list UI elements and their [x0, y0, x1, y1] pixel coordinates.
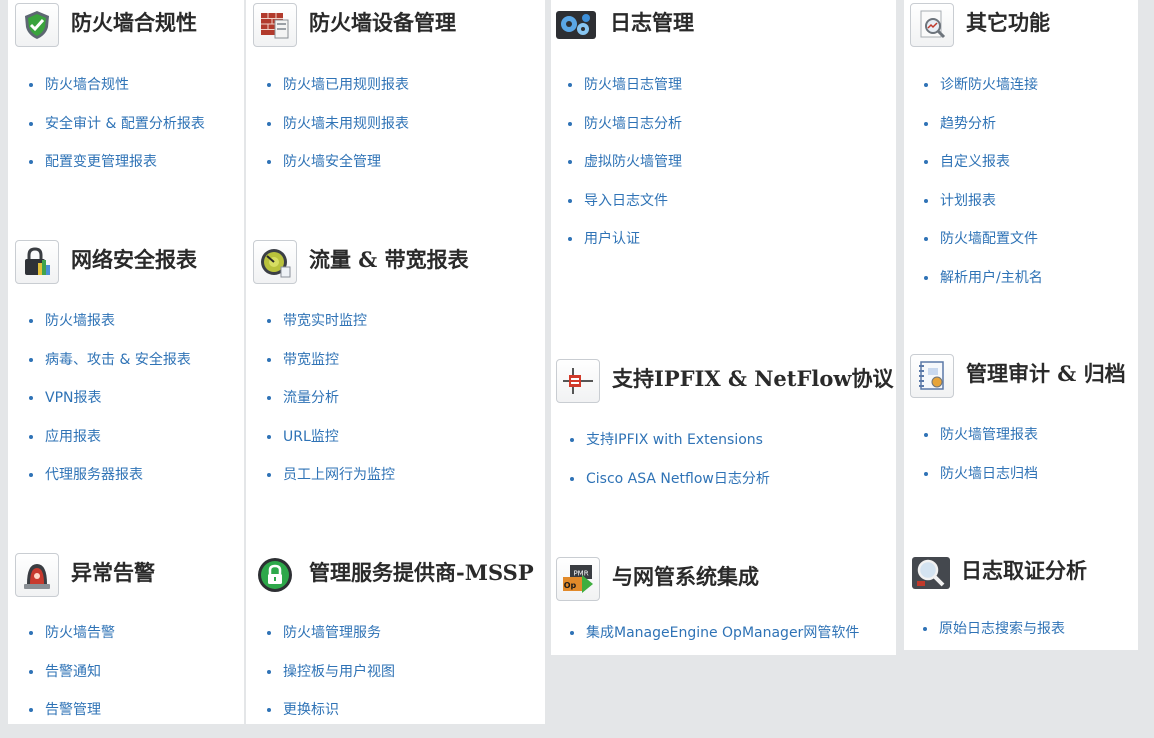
notebook-audit-icon: [910, 354, 954, 398]
network-flow-icon: [556, 359, 600, 403]
link-rebranding[interactable]: 更换标识: [267, 699, 395, 738]
link-firewall-management-reports[interactable]: 防火墙管理报表: [924, 424, 1038, 463]
link-firewall-reports[interactable]: 防火墙报表: [29, 310, 191, 349]
link-dashboard-user-view[interactable]: 操控板与用户视图: [267, 661, 395, 700]
opmanager-icon: PMR Op: [556, 557, 600, 601]
section-title: 支持IPFIX & NetFlow协议: [612, 366, 894, 391]
link-alarm-notification[interactable]: 告警通知: [29, 661, 115, 700]
section-title: 日志管理: [610, 10, 694, 35]
shield-check-icon: [15, 3, 59, 47]
link-used-rules-report[interactable]: 防火墙已用规则报表: [267, 74, 409, 113]
link-url-monitoring[interactable]: URL监控: [267, 426, 395, 465]
opmanager-icon-bottom-text: Op: [564, 581, 577, 590]
link-security-audit-config-reports[interactable]: 安全审计 & 配置分析报表: [29, 113, 205, 152]
link-bandwidth-monitoring[interactable]: 带宽监控: [267, 349, 395, 388]
link-diagnose-firewall-connection[interactable]: 诊断防火墙连接: [924, 74, 1043, 113]
link-virtual-firewall-management[interactable]: 虚拟防火墙管理: [568, 151, 682, 190]
lock-report-icon: [15, 240, 59, 284]
link-raw-log-search-reports[interactable]: 原始日志搜索与报表: [923, 618, 1065, 657]
section-title: 其它功能: [966, 10, 1050, 35]
forensics-magnifier-icon: [909, 551, 953, 595]
link-unused-rules-report[interactable]: 防火墙未用规则报表: [267, 113, 409, 152]
link-employee-internet-monitoring[interactable]: 员工上网行为监控: [267, 464, 395, 503]
link-integrate-opmanager[interactable]: 集成ManageEngine OpManager网管软件: [569, 622, 859, 661]
firewall-bricks-icon: [253, 3, 297, 47]
link-firewall-log-archive[interactable]: 防火墙日志归档: [924, 463, 1038, 502]
link-config-change-reports[interactable]: 配置变更管理报表: [29, 151, 205, 190]
link-bandwidth-realtime-monitoring[interactable]: 带宽实时监控: [267, 310, 395, 349]
link-firewall-alarms[interactable]: 防火墙告警: [29, 622, 115, 661]
link-trend-analysis[interactable]: 趋势分析: [924, 113, 1043, 152]
section-title: 异常告警: [71, 560, 155, 585]
speedometer-icon: [253, 240, 297, 284]
green-lock-icon: [253, 553, 297, 597]
section-title: 网络安全报表: [71, 247, 197, 272]
section-title: 日志取证分析: [961, 558, 1087, 583]
section-title: 管理服务提供商-MSSP: [309, 560, 534, 585]
link-firewall-management-service[interactable]: 防火墙管理服务: [267, 622, 395, 661]
link-firewall-config-file[interactable]: 防火墙配置文件: [924, 228, 1043, 267]
link-alarm-management[interactable]: 告警管理: [29, 699, 115, 738]
link-application-reports[interactable]: 应用报表: [29, 426, 191, 465]
link-user-authentication[interactable]: 用户认证: [568, 228, 682, 267]
link-virus-attack-security-reports[interactable]: 病毒、攻击 & 安全报表: [29, 349, 191, 388]
magnifier-chart-icon: [910, 3, 954, 47]
section-title: 防火墙设备管理: [309, 10, 456, 35]
link-resolve-user-hostname[interactable]: 解析用户/主机名: [924, 267, 1043, 306]
link-proxy-server-reports[interactable]: 代理服务器报表: [29, 464, 191, 503]
section-title: 管理审计 & 归档: [966, 361, 1126, 386]
link-vpn-reports[interactable]: VPN报表: [29, 387, 191, 426]
link-firewall-log-analysis[interactable]: 防火墙日志分析: [568, 113, 682, 152]
link-firewall-log-management[interactable]: 防火墙日志管理: [568, 74, 682, 113]
link-firewall-security-management[interactable]: 防火墙安全管理: [267, 151, 409, 190]
gears-icon: [554, 3, 598, 47]
link-firewall-compliance[interactable]: 防火墙合规性: [29, 74, 205, 113]
section-title: 流量 & 带宽报表: [309, 247, 469, 272]
opmanager-icon-top-text: PMR: [573, 570, 588, 578]
link-scheduled-reports[interactable]: 计划报表: [924, 190, 1043, 229]
link-ipfix-with-extensions[interactable]: 支持IPFIX with Extensions: [570, 429, 770, 468]
link-cisco-asa-netflow-analysis[interactable]: Cisco ASA Netflow日志分析: [570, 468, 770, 507]
link-traffic-analysis[interactable]: 流量分析: [267, 387, 395, 426]
section-title: 防火墙合规性: [71, 10, 197, 35]
section-title: 与网管系统集成: [612, 564, 759, 589]
link-custom-reports[interactable]: 自定义报表: [924, 151, 1043, 190]
link-import-log-file[interactable]: 导入日志文件: [568, 190, 682, 229]
alarm-siren-icon: [15, 553, 59, 597]
